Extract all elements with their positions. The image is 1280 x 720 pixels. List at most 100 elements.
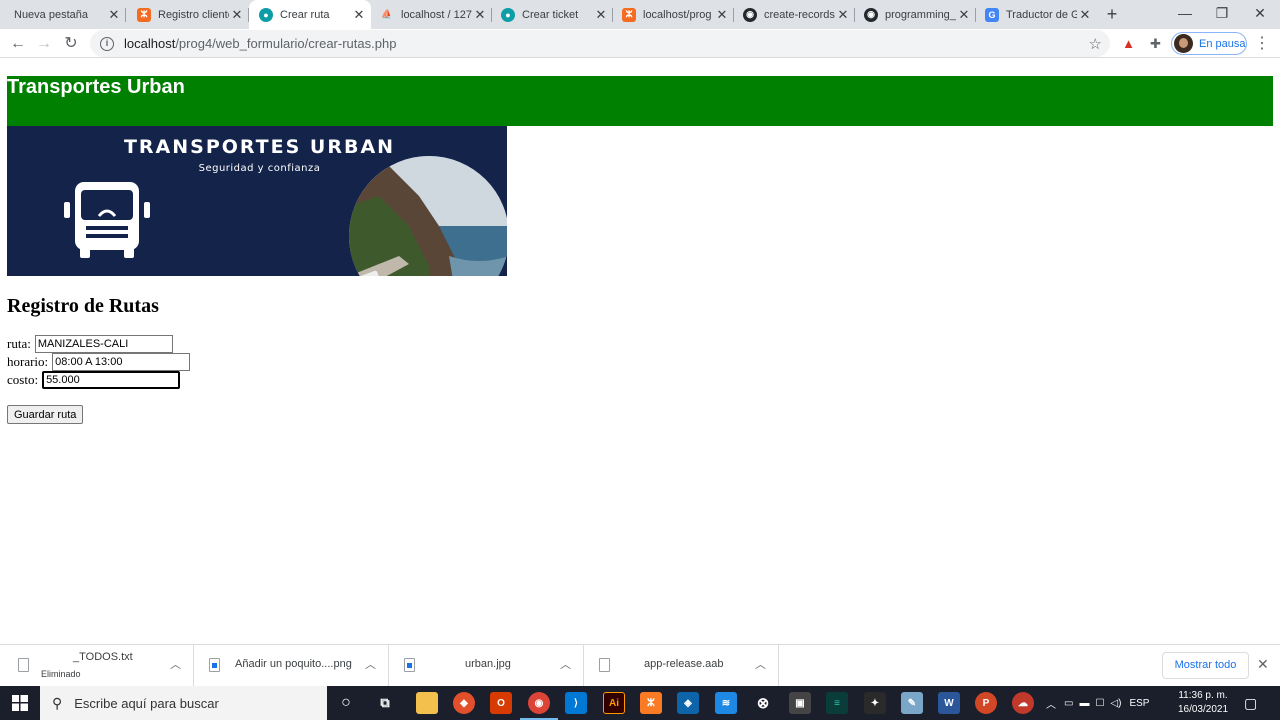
site-info-icon[interactable]: i <box>100 36 114 51</box>
new-tab-button[interactable]: + <box>1102 4 1122 24</box>
ruta-input[interactable] <box>34 335 173 353</box>
chevron-up-icon[interactable]: ︿ <box>170 656 181 672</box>
notes-icon[interactable]: ✎ <box>901 692 923 714</box>
xampp-icon: ⵣ <box>622 7 636 22</box>
minimize-button[interactable]: — <box>1166 0 1204 29</box>
github-icon: ◉ <box>743 7 757 22</box>
cortana-icon[interactable]: ○ <box>335 692 357 714</box>
tab-crear-ticket[interactable]: ● Crear ticket ✕ <box>491 0 613 29</box>
tab-title: Registro cliente <box>158 8 229 21</box>
image-file-icon <box>209 658 220 672</box>
media-icon[interactable]: ✦ <box>864 692 886 714</box>
close-tab-icon[interactable]: ✕ <box>229 7 245 23</box>
start-button[interactable] <box>0 686 40 720</box>
costo-row: costo: <box>7 371 181 389</box>
profile-button[interactable]: En pausa <box>1171 32 1247 55</box>
volume-icon[interactable]: ◁) <box>1110 698 1121 709</box>
battery-icon[interactable]: ▬ <box>1079 698 1089 709</box>
costo-label: costo: <box>7 372 39 387</box>
tab-title: Nueva pestaña <box>14 8 88 21</box>
bookmark-star-icon[interactable]: ☆ <box>1089 35 1102 53</box>
forward-button[interactable]: → <box>33 33 55 55</box>
close-tab-icon[interactable]: ✕ <box>472 7 488 23</box>
task-view-icon[interactable]: ⧉ <box>374 692 396 714</box>
download-item[interactable]: app-release.aab ︿ <box>585 645 779 687</box>
tab-localhost-prog[interactable]: ⵣ localhost/prog ✕ <box>612 0 734 29</box>
device-icon[interactable]: ▭ <box>1064 698 1073 709</box>
tab-title: localhost / 127 <box>401 8 472 21</box>
store-icon[interactable]: ▣ <box>789 692 811 714</box>
tab-create-records[interactable]: ◉ create-records ✕ <box>733 0 855 29</box>
tab-traductor[interactable]: G Traductor de G ✕ <box>975 0 1097 29</box>
windows-logo-icon <box>12 695 28 711</box>
tab-registro-cliente[interactable]: ⵣ Registro cliente ✕ <box>127 0 249 29</box>
tab-programming[interactable]: ◉ programming_ ✕ <box>854 0 976 29</box>
chevron-up-icon[interactable]: ︿ <box>560 656 571 672</box>
download-item[interactable]: Añadir un poquito....png ︿ <box>195 645 389 687</box>
chevron-up-icon[interactable]: ︿ <box>365 656 376 672</box>
app-red-icon[interactable]: ☁ <box>1012 692 1034 714</box>
chrome-icon[interactable]: ◉ <box>520 692 558 720</box>
download-name: _TODOS.txt <box>73 651 133 663</box>
word-icon[interactable]: W <box>938 692 960 714</box>
powerpoint-icon[interactable]: P <box>975 692 997 714</box>
clock[interactable]: 11:36 p. m. 16/03/2021 <box>1172 689 1234 717</box>
vscode-icon[interactable]: ⟩ <box>565 692 587 714</box>
close-tab-icon[interactable]: ✕ <box>106 7 122 23</box>
download-name: app-release.aab <box>644 658 724 670</box>
tab-crear-ruta[interactable]: ● Crear ruta ✕ <box>249 0 371 30</box>
close-tab-icon[interactable]: ✕ <box>1077 7 1093 23</box>
extensions-puzzle-icon[interactable]: ✚ <box>1147 35 1164 52</box>
close-tab-icon[interactable]: ✕ <box>714 7 730 23</box>
xbox-icon[interactable]: ⊗ <box>752 692 774 714</box>
terminal-icon[interactable]: ≡ <box>826 692 848 714</box>
file-icon <box>599 658 610 672</box>
close-window-button[interactable]: ✕ <box>1241 0 1279 29</box>
app-icon: ● <box>501 7 515 22</box>
download-item[interactable]: urban.jpg ︿ <box>390 645 584 687</box>
horario-label: horario: <box>7 354 49 369</box>
text-file-icon <box>18 658 29 672</box>
tab-phpmyadmin[interactable]: ⛵ localhost / 127 ✕ <box>370 0 492 29</box>
bus-icon <box>64 182 150 258</box>
restore-button[interactable]: ❐ <box>1203 0 1241 29</box>
chevron-up-icon[interactable]: ︿ <box>1046 696 1056 711</box>
site-title: Transportes Urban <box>7 76 185 98</box>
ruta-label: ruta: <box>7 336 31 351</box>
app-stack-icon[interactable]: ≋ <box>715 692 737 714</box>
browser-toolbar: ← → ↻ i localhost/prog4/web_formulario/c… <box>0 29 1280 58</box>
tab-nueva-pestana[interactable]: Nueva pestaña ✕ <box>4 0 126 29</box>
close-tab-icon[interactable]: ✕ <box>351 7 367 23</box>
illustrator-icon[interactable]: Ai <box>603 692 625 714</box>
back-button[interactable]: ← <box>7 33 29 55</box>
file-explorer-icon[interactable] <box>416 692 438 714</box>
search-icon: ⚲ <box>52 694 63 711</box>
git-icon[interactable]: ◆ <box>453 692 475 714</box>
coastal-road-photo <box>349 156 507 276</box>
address-bar[interactable]: i localhost/prog4/web_formulario/crear-r… <box>90 30 1110 57</box>
guardar-ruta-button[interactable]: Guardar ruta <box>7 405 84 424</box>
download-item[interactable]: _TODOS.txt Eliminado ︿ <box>0 645 194 687</box>
clock-date: 16/03/2021 <box>1177 704 1229 715</box>
reload-button[interactable]: ↻ <box>60 33 82 55</box>
costo-input[interactable] <box>42 371 181 389</box>
app-box-icon[interactable]: ◈ <box>677 692 699 714</box>
clock-time: 11:36 p. m. <box>1178 690 1228 701</box>
close-tab-icon[interactable]: ✕ <box>593 7 609 23</box>
show-all-downloads-button[interactable]: Mostrar todo <box>1162 652 1249 679</box>
xampp-taskbar-icon[interactable]: ⵣ <box>640 692 662 714</box>
notifications-icon[interactable]: ▢ <box>1244 686 1257 720</box>
downloads-bar: _TODOS.txt Eliminado ︿ Añadir un poquito… <box>0 644 1280 687</box>
banner-title: TRANSPORTES URBAN <box>123 136 396 158</box>
close-downloads-icon[interactable]: ✕ <box>1257 656 1269 673</box>
chevron-up-icon[interactable]: ︿ <box>755 656 766 672</box>
office-icon[interactable]: O <box>490 692 512 714</box>
horario-input[interactable] <box>52 353 191 371</box>
browser-menu-icon[interactable]: ⋮ <box>1254 33 1270 55</box>
taskbar-search[interactable]: ⚲ Escribe aquí para buscar <box>40 686 327 720</box>
network-icon[interactable]: ☐ <box>1095 698 1104 709</box>
extension-chart-icon[interactable]: ▲ <box>1120 35 1137 52</box>
close-tab-icon[interactable]: ✕ <box>835 7 851 23</box>
close-tab-icon[interactable]: ✕ <box>956 7 972 23</box>
language-indicator[interactable]: ESP <box>1129 698 1149 709</box>
